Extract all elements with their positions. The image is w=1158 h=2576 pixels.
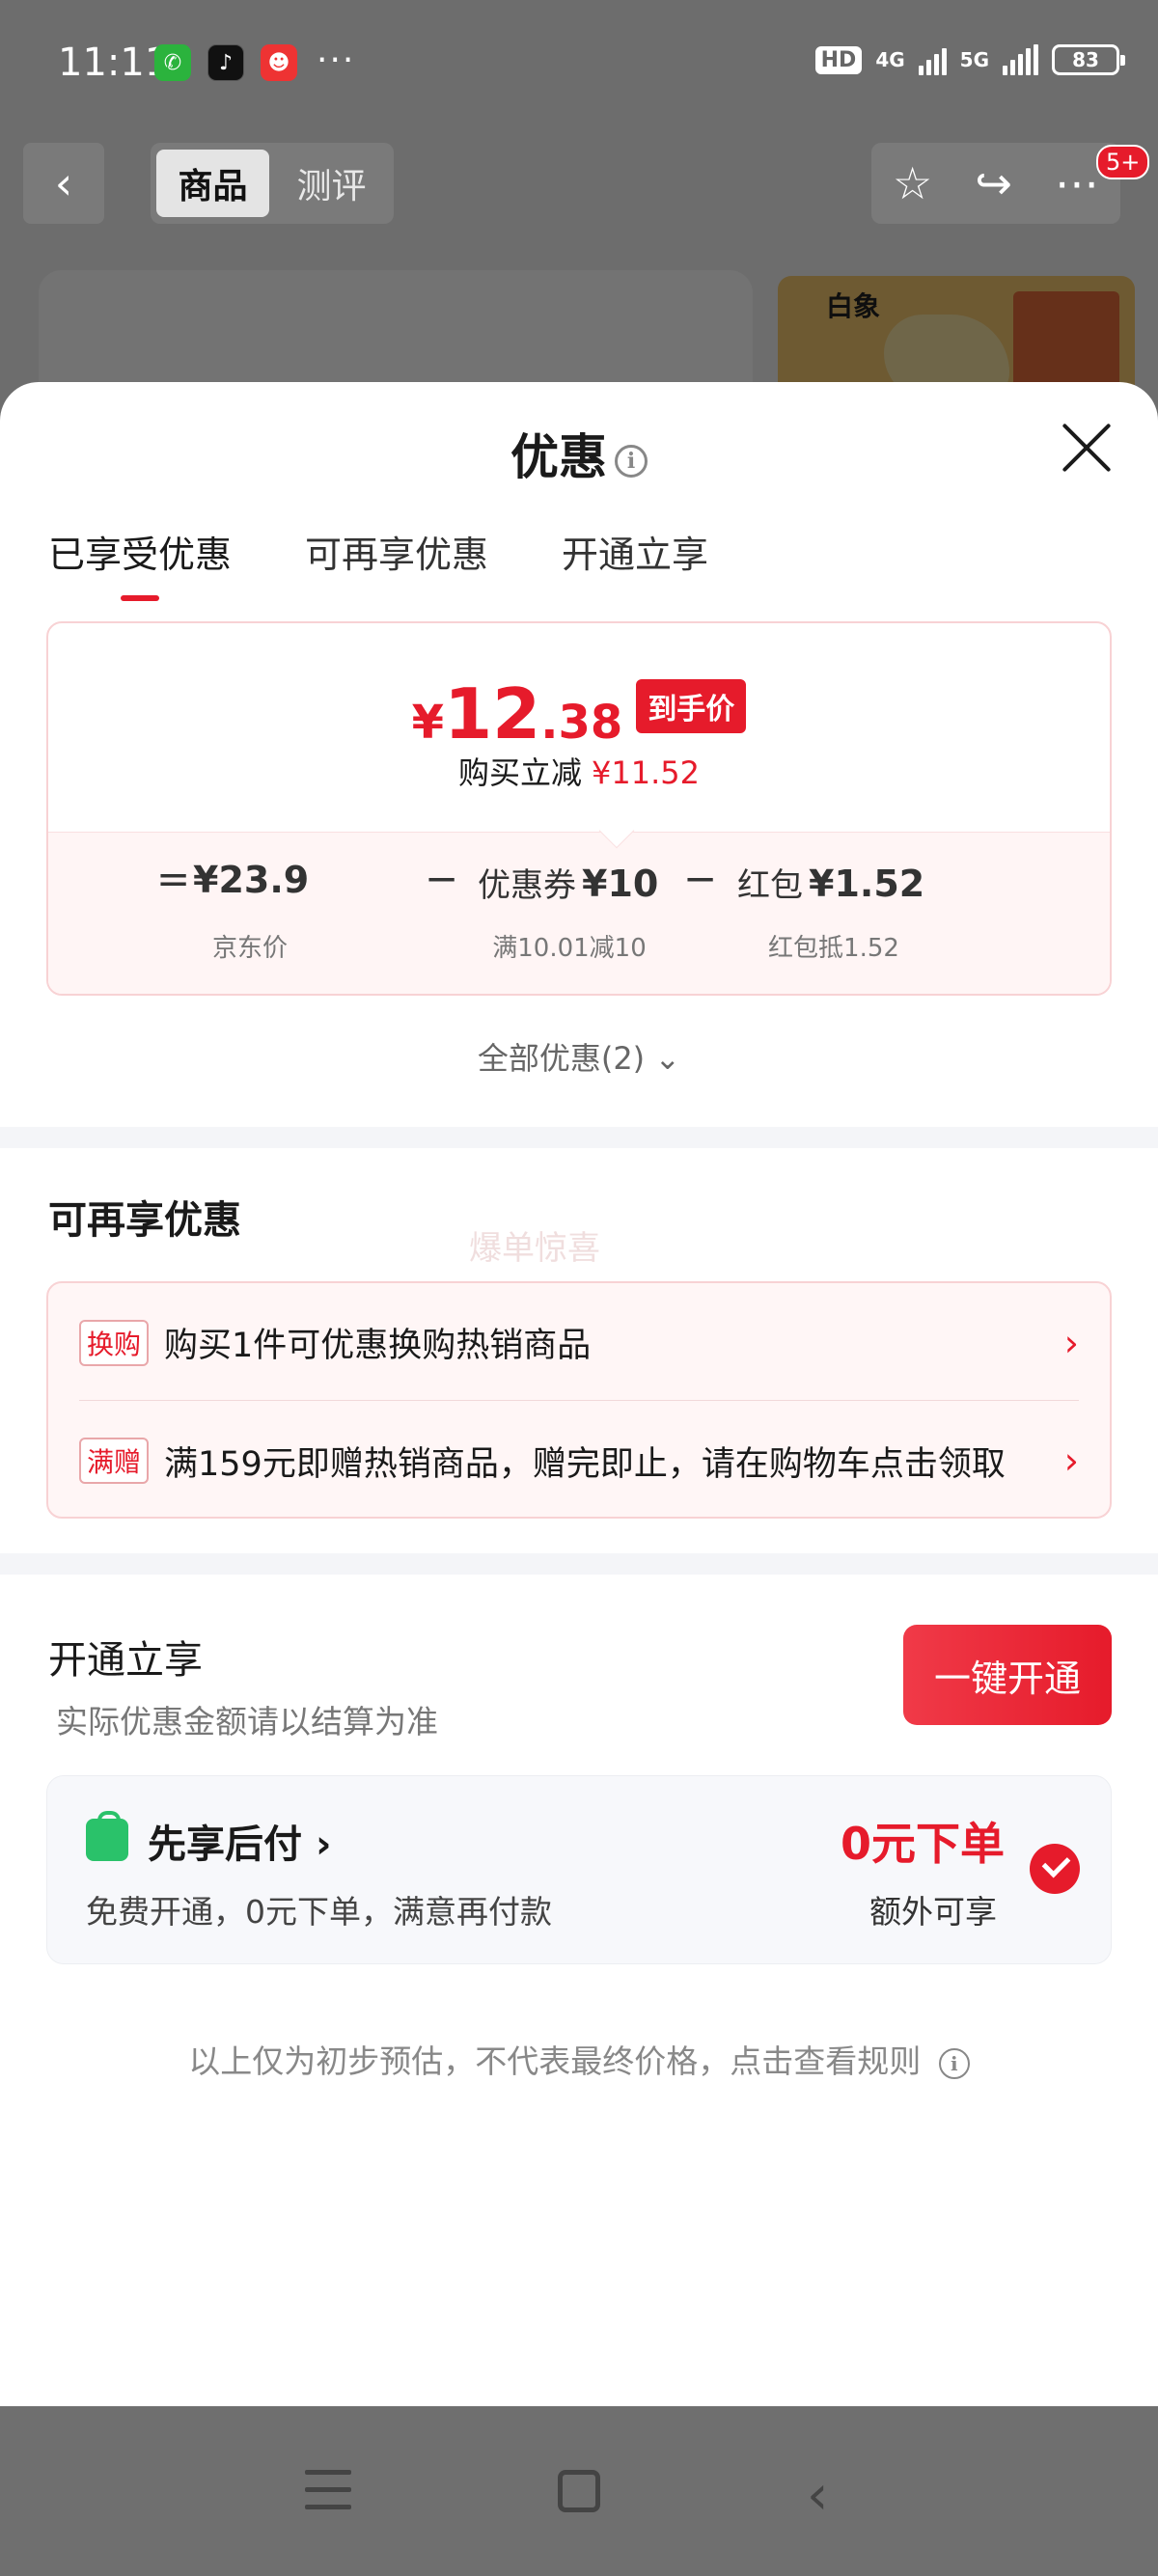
price-disclaimer[interactable]: 以上仅为初步预估，不代表最终价格，点击查看规则 i — [0, 2036, 1158, 2082]
home-icon[interactable] — [558, 2470, 600, 2512]
coupon-condition: 满10.01减10 — [492, 934, 647, 963]
tab-enjoyed-discounts[interactable]: 已享受优惠 — [48, 525, 232, 601]
share-icon[interactable]: ↪ — [975, 157, 1012, 209]
final-price: ¥ 12 .38 到手价 — [48, 673, 1110, 754]
pay-later-title[interactable]: 先享后付 › — [148, 1813, 331, 1869]
coupon-discount: 优惠券 ¥10 — [478, 859, 658, 906]
network-4g-label: 4G — [875, 48, 905, 71]
promo-text: 满159元即赠热销商品，赠完即止，请在购物车点击领取 — [164, 1444, 1006, 1484]
jd-price: ¥23.9 — [193, 859, 310, 901]
tiktok-icon: ♪ — [207, 44, 244, 81]
final-price-integer: 12 — [444, 673, 541, 754]
equals-sign: = — [156, 855, 191, 902]
chevron-down-icon: ⌄ — [654, 1040, 681, 1077]
minus-sign-2: − — [683, 855, 718, 902]
instant-save-row: 购买立减 ¥11.52 — [48, 749, 1110, 793]
close-icon[interactable] — [1060, 421, 1114, 475]
activate-section-title: 开通立享 — [48, 1638, 203, 1683]
tab-more-discounts[interactable]: 可再享优惠 — [305, 525, 488, 601]
signal-icon — [918, 44, 947, 75]
chevron-right-icon: › — [1063, 1439, 1079, 1482]
redpacket-value: ¥1.52 — [809, 863, 925, 905]
more-discounts-card: 换购 购买1件可优惠换购热销商品 › 满赠 满159元即赠热销商品，赠完即止，请… — [46, 1281, 1112, 1519]
wechat-icon: ✆ — [154, 44, 191, 81]
all-offers-label: 全部优惠(2) — [477, 1040, 646, 1077]
currency-symbol: ¥ — [411, 696, 445, 750]
battery-icon: 83 — [1052, 44, 1125, 75]
promo-text: 购买1件可优惠换购热销商品 — [164, 1327, 592, 1365]
status-bar: 11:11 ✆ ♪ ☻ ··· HD 4G 5G 83 — [0, 0, 1158, 135]
chevron-right-icon: › — [315, 1822, 332, 1867]
promo-item-gift[interactable]: 满赠 满159元即赠热销商品，赠完即止，请在购物车点击领取 › — [79, 1403, 1079, 1519]
all-offers-toggle[interactable]: 全部优惠(2) ⌄ — [0, 1034, 1158, 1079]
shopping-bag-icon — [86, 1811, 128, 1861]
instant-save-amount: ¥11.52 — [592, 754, 700, 791]
final-price-tag: 到手价 — [636, 679, 747, 733]
info-icon: i — [938, 2047, 970, 2079]
more-notifications-icon: ··· — [317, 41, 356, 80]
promo-tag: 满赠 — [79, 1438, 150, 1484]
menu-icon[interactable] — [305, 2470, 351, 2512]
back-button[interactable]: ‹ — [23, 143, 104, 224]
tab-review[interactable]: 测评 — [275, 150, 388, 217]
sheet-title-text: 优惠 — [510, 429, 607, 485]
coupon-label: 优惠券 — [478, 866, 576, 905]
pay-later-card[interactable]: 先享后付 › 免费开通，0元下单，满意再付款 0元下单 额外可享 — [46, 1775, 1112, 1964]
pay-later-highlight: 0元下单 — [841, 1818, 1006, 1870]
more-icon[interactable]: ⋯ — [1055, 157, 1099, 209]
section-divider-2 — [0, 1553, 1158, 1575]
battery-level: 83 — [1072, 48, 1099, 71]
more-discounts-title: 可再享优惠 — [48, 1198, 241, 1243]
hd-icon: HD — [814, 45, 863, 74]
section-divider — [0, 1127, 1158, 1148]
status-time: 11:11 — [58, 41, 170, 85]
coupon-value: ¥10 — [582, 863, 659, 905]
disclaimer-text: 以上仅为初步预估，不代表最终价格，点击查看规则 — [188, 2042, 922, 2080]
promo-item-exchange[interactable]: 换购 购买1件可优惠换购热销商品 › — [79, 1285, 1079, 1401]
favorite-star-icon[interactable]: ☆ — [893, 157, 932, 209]
system-navigation-bar: ‹ — [0, 2406, 1158, 2576]
back-icon[interactable]: ‹ — [807, 2464, 828, 2527]
redpacket-condition: 红包抵1.52 — [768, 934, 899, 963]
tab-activate-discounts[interactable]: 开通立享 — [562, 525, 708, 601]
info-icon[interactable]: i — [615, 444, 648, 478]
instant-save-label: 购买立减 — [458, 754, 583, 791]
minus-sign: − — [425, 855, 459, 902]
signal-icon-2 — [1003, 44, 1038, 75]
message-badge: 5+ — [1096, 145, 1150, 179]
watermark-text: 爆单惊喜 — [469, 1229, 600, 1268]
network-5g-label: 5G — [959, 48, 989, 71]
product-review-switch[interactable]: 商品 测评 — [151, 143, 394, 224]
pay-later-extra: 额外可享 — [869, 1893, 997, 1931]
pay-later-title-text: 先享后付 — [148, 1822, 302, 1867]
discount-tabs: 已享受优惠 可再享优惠 开通立享 — [48, 525, 708, 601]
one-click-activate-button[interactable]: 一键开通 — [903, 1625, 1112, 1725]
chevron-left-icon: ‹ — [54, 157, 73, 209]
status-indicators: HD 4G 5G 83 — [814, 44, 1125, 75]
jd-price-label: 京东价 — [211, 934, 288, 963]
tab-product[interactable]: 商品 — [156, 150, 269, 217]
chevron-right-icon: › — [1063, 1321, 1079, 1364]
redpacket-label: 红包 — [737, 866, 803, 905]
page-tools: ☆ ↪ ⋯ — [871, 143, 1120, 224]
activate-section-subtitle: 实际优惠金额请以结算为准 — [56, 1703, 438, 1740]
redpacket-discount: 红包 ¥1.52 — [737, 859, 924, 906]
final-price-decimal: .38 — [540, 696, 623, 750]
game-icon: ☻ — [261, 44, 297, 81]
promo-tag: 换购 — [79, 1319, 150, 1366]
checkmark-icon[interactable] — [1030, 1844, 1080, 1894]
discount-sheet: 优惠 i 已享受优惠 可再享优惠 开通立享 ¥ 12 .38 到手价 购买立减 ¥1… — [0, 382, 1158, 2406]
price-breakdown-card: ¥ 12 .38 到手价 购买立减 ¥11.52 = ¥23.9 京东价 − 优惠… — [46, 621, 1112, 996]
price-formula: = ¥23.9 京东价 − 优惠券 ¥10 满10.01减10 − 红包 ¥1.52… — [48, 851, 1110, 986]
pay-later-description: 免费开通，0元下单，满意再付款 — [86, 1893, 552, 1931]
sheet-title: 优惠 i — [0, 419, 1158, 488]
